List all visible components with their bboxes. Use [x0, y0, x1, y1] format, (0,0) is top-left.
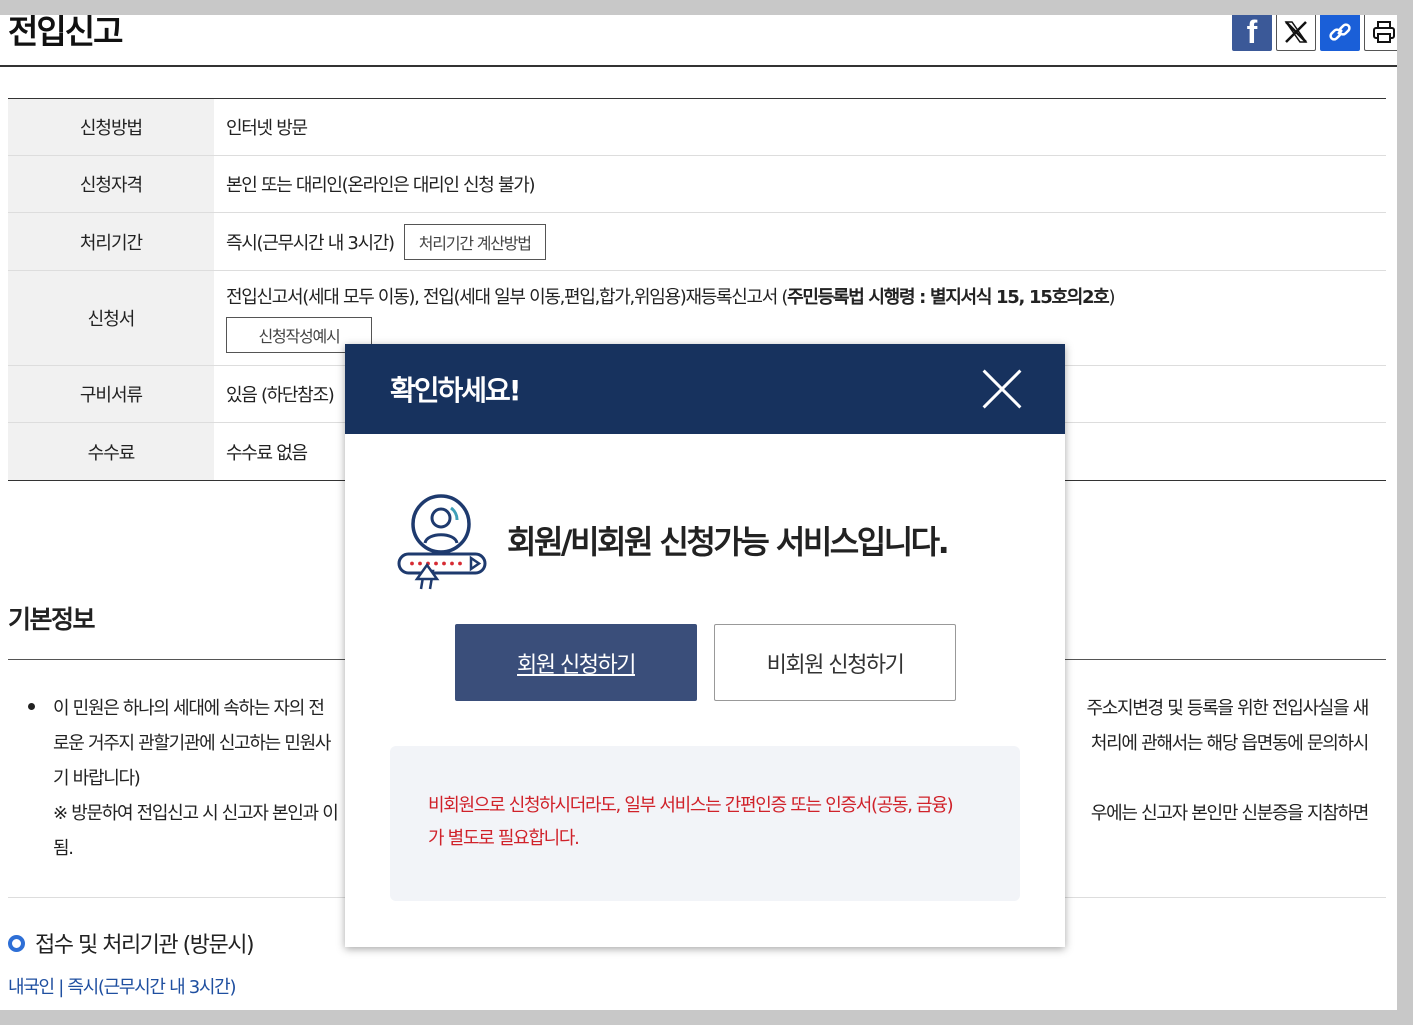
processing-agency-link[interactable]: 내국인 | 즉시(근무시간 내 3시간) [8, 973, 236, 999]
link-icon[interactable] [1320, 15, 1360, 51]
row-label: 처리기간 [8, 213, 214, 270]
table-row: 신청방법 인터넷 방문 [8, 99, 1386, 156]
row-value-cell: 즉시(근무시간 내 3시간) 처리기간 계산방법 [214, 213, 1386, 270]
text-line: 이 민원은 하나의 세대에 속하는 자의 전 [53, 698, 325, 719]
text-line: 로운 거주지 관할기관에 신고하는 민원사 [53, 733, 331, 754]
processing-agency-title: 접수 및 처리기관 (방문시) [35, 933, 255, 958]
close-icon[interactable] [981, 368, 1023, 410]
row-value: 인터넷 방문 [226, 118, 308, 139]
form-names: 전입신고서(세대 모두 이동), 전입(세대 일부 이동,편입,합가,위임용)재… [226, 287, 788, 308]
row-label: 수수료 [8, 423, 214, 480]
text-line: 주소지변경 및 등록을 위한 전입사실을 새 [1086, 698, 1369, 719]
notice-line: 가 별도로 필요합니다. [428, 828, 580, 849]
title-divider [0, 65, 1397, 67]
share-toolbar: f [1232, 15, 1397, 51]
form-suffix: ) [1108, 287, 1115, 308]
row-value: 본인 또는 대리인(온라인은 대리인 신청 불가) [226, 175, 536, 196]
modal-title: 확인하세요! [390, 374, 522, 407]
text-line: 우에는 신고자 본인만 신분증을 지참하면 [1090, 803, 1369, 824]
x-twitter-icon[interactable] [1276, 15, 1316, 51]
confirm-modal: 확인하세요! 회원/비회원 신청가능 서비스입니다. 회원 신청하기 비회원 신… [345, 344, 1065, 947]
nonmember-apply-button[interactable]: 비회원 신청하기 [714, 624, 956, 701]
member-login-icon [397, 494, 487, 590]
row-label: 신청자격 [8, 156, 214, 212]
text-line: 처리에 관해서는 해당 읍면동에 문의하시 [1090, 733, 1369, 754]
form-legal-basis: 주민등록법 시행령 : 별지서식 15, 15호의2호 [787, 287, 1110, 308]
modal-notice: 비회원으로 신청하시더라도, 일부 서비스는 간편인증 또는 인증서(공동, 금… [390, 746, 1020, 901]
basic-info-title: 기본정보 [8, 605, 96, 634]
processing-agency-heading: 접수 및 처리기관 (방문시) [8, 927, 255, 959]
modal-service-info: 회원/비회원 신청가능 서비스입니다. [395, 487, 950, 593]
row-value: 전입신고서(세대 모두 이동), 전입(세대 일부 이동,편입,합가,위임용)재… [226, 283, 1374, 309]
circle-bullet-icon [8, 934, 25, 952]
modal-button-group: 회원 신청하기 비회원 신청하기 [455, 624, 956, 701]
page-title: 전입신고 [8, 15, 123, 51]
bullet-icon [28, 703, 35, 710]
notice-line: 비회원으로 신청하시더라도, 일부 서비스는 간편인증 또는 인증서(공동, 금… [428, 795, 954, 816]
row-label: 구비서류 [8, 366, 214, 422]
print-icon[interactable] [1364, 15, 1397, 51]
processing-time-calc-button[interactable]: 처리기간 계산방법 [403, 223, 546, 260]
table-row: 처리기간 즉시(근무시간 내 3시간) 처리기간 계산방법 [8, 213, 1386, 271]
member-apply-button[interactable]: 회원 신청하기 [455, 624, 697, 701]
row-label: 신청서 [8, 271, 214, 365]
modal-message: 회원/비회원 신청가능 서비스입니다. [507, 523, 950, 561]
modal-header: 확인하세요! [345, 344, 1065, 434]
row-value: 즉시(근무시간 내 3시간) [226, 232, 395, 254]
row-label: 신청방법 [8, 99, 214, 155]
text-line: ※ 방문하여 전입신고 시 신고자 본인과 이 [53, 803, 339, 824]
table-row: 신청자격 본인 또는 대리인(온라인은 대리인 신청 불가) [8, 156, 1386, 213]
facebook-icon[interactable]: f [1232, 15, 1272, 51]
